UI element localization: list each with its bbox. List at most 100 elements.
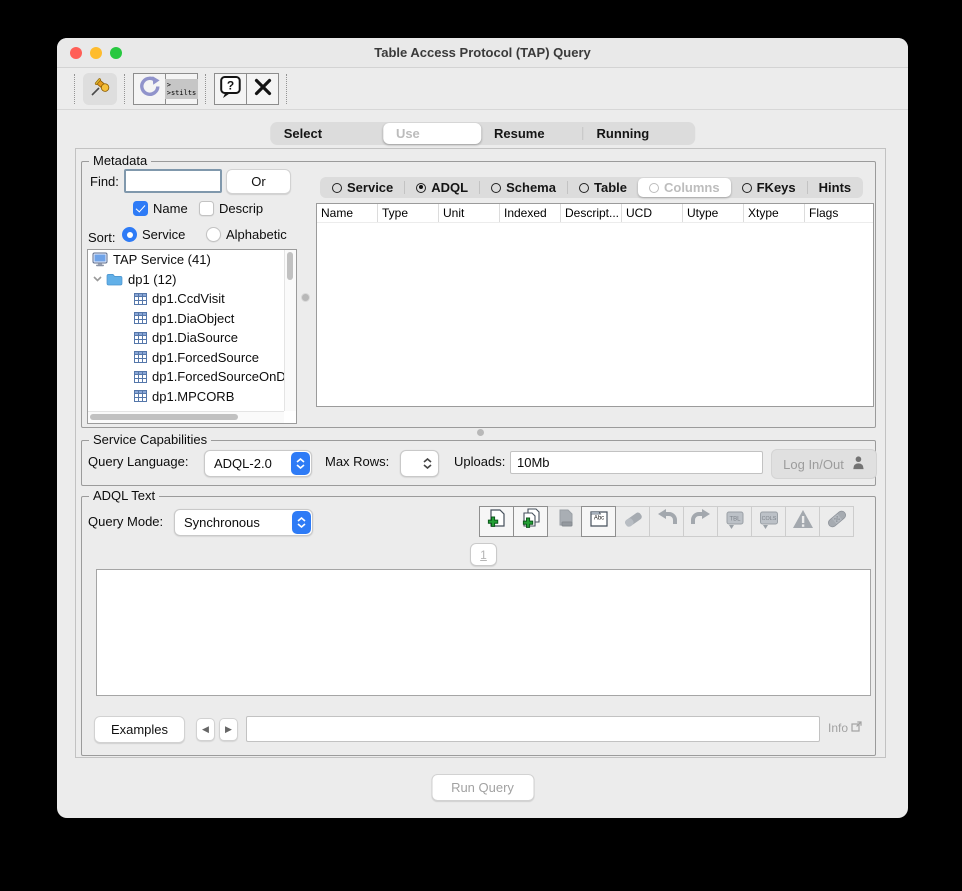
column-header[interactable]: Indexed xyxy=(500,204,561,222)
tree-item-table[interactable]: dp1.ForcedSource xyxy=(88,348,296,368)
tree-vertical-scrollbar xyxy=(284,250,296,411)
divider-grip-icon xyxy=(300,293,310,302)
max-rows-select[interactable] xyxy=(400,450,439,477)
tree-item-service[interactable]: TAP Service (41) xyxy=(88,250,296,270)
query-language-select[interactable]: ADQL-2.0 xyxy=(204,450,312,477)
view-tab-service[interactable]: Service xyxy=(321,177,404,198)
reload-button[interactable] xyxy=(134,74,165,104)
tab-use-service[interactable]: Use Service xyxy=(382,123,481,162)
radio-unselected-icon xyxy=(741,182,752,193)
column-header[interactable]: Xtype xyxy=(744,204,805,222)
or-button[interactable]: Or xyxy=(226,169,291,194)
history-forward-button[interactable]: ▶ xyxy=(219,718,238,741)
chevron-down-icon[interactable] xyxy=(93,276,102,282)
tree-item-table[interactable]: dp1.CcdVisit xyxy=(88,289,296,309)
metadata-split-divider[interactable] xyxy=(297,249,311,422)
tab-resume-job[interactable]: Resume Job xyxy=(481,122,583,164)
history-back-button[interactable]: ◀ xyxy=(196,718,215,741)
adql-text-panel: ADQL Text Query Mode: Synchronous Abc TB… xyxy=(81,488,876,756)
name-checkbox[interactable]: Name xyxy=(133,201,188,216)
stilts-icon: > >stilts xyxy=(164,79,199,99)
toolbar-drag-handle xyxy=(286,74,288,104)
adql-edit-toolbar: Abc TBL COLS xyxy=(479,506,854,537)
find-input[interactable] xyxy=(124,169,222,193)
column-header[interactable]: Name xyxy=(317,204,378,222)
insert-columns-button[interactable]: COLS xyxy=(751,506,786,537)
max-rows-label: Max Rows: xyxy=(325,454,390,469)
view-tab-schema[interactable]: Schema xyxy=(480,177,567,198)
pin-window-button[interactable] xyxy=(83,73,117,105)
tree-item-table[interactable]: dp1.DiaSource xyxy=(88,328,296,348)
insert-table-button[interactable]: TBL xyxy=(717,506,752,537)
stilts-button[interactable]: > >stilts xyxy=(164,74,199,104)
tree-item-label: dp1.ForcedSourceOnD xyxy=(152,369,286,385)
columns-table-header: Name Type Unit Indexed Descript... UCD U… xyxy=(317,204,873,223)
column-header[interactable]: UCD xyxy=(622,204,683,222)
help-button[interactable]: ? xyxy=(215,74,246,104)
undo-button[interactable] xyxy=(649,506,684,537)
tab-select-service[interactable]: Select Service xyxy=(271,122,383,164)
uploads-field[interactable] xyxy=(510,451,763,474)
view-tab-hints[interactable]: Hints xyxy=(808,177,863,198)
panel-split-divider[interactable] xyxy=(477,429,484,436)
tab-running-jobs[interactable]: Running Jobs xyxy=(584,122,695,164)
tree-item-table[interactable]: dp1.ForcedSourceOnD xyxy=(88,367,296,387)
remove-tab-button[interactable] xyxy=(547,506,582,537)
copy-tab-button[interactable] xyxy=(513,506,548,537)
run-query-button[interactable]: Run Query xyxy=(431,774,534,801)
example-description-field[interactable] xyxy=(246,716,820,742)
find-label: Find: xyxy=(90,174,119,189)
view-tab-fkeys[interactable]: FKeys xyxy=(731,177,807,198)
metadata-panel: Metadata Find: Or Name Descrip Sort: Ser… xyxy=(81,153,876,428)
scrollbar-thumb[interactable] xyxy=(90,414,238,420)
sort-service-radio[interactable]: Service xyxy=(122,227,185,242)
view-tab-adql[interactable]: ADQL xyxy=(405,177,479,198)
close-window-button[interactable] xyxy=(70,47,82,59)
tree-item-label: dp1.ForcedSource xyxy=(152,349,259,365)
help-icon: ? xyxy=(219,75,242,104)
adql-sheet-tab-1[interactable]: 1 xyxy=(470,543,497,566)
adql-query-textarea[interactable] xyxy=(96,569,871,696)
view-tab-table[interactable]: Table xyxy=(568,177,638,198)
sort-service-label: Service xyxy=(142,227,186,242)
login-button[interactable]: Log In/Out xyxy=(771,449,877,479)
redo-button[interactable] xyxy=(683,506,718,537)
tree-item-schema[interactable]: dp1 (12) xyxy=(88,270,296,290)
close-button[interactable] xyxy=(246,74,278,104)
clear-text-button[interactable] xyxy=(615,506,650,537)
column-header[interactable]: Unit xyxy=(439,204,500,222)
column-header[interactable]: Descript... xyxy=(561,204,622,222)
parse-errors-button[interactable] xyxy=(785,506,820,537)
radio-unselected-icon xyxy=(648,182,659,193)
minimize-window-button[interactable] xyxy=(90,47,102,59)
examples-button[interactable]: Examples xyxy=(94,716,185,743)
column-header[interactable]: Type xyxy=(378,204,439,222)
tree-item-table[interactable]: dp1.DiaObject xyxy=(88,309,296,329)
column-header[interactable]: Flags xyxy=(805,204,873,222)
query-mode-value: Synchronous xyxy=(184,515,260,530)
external-link-icon xyxy=(851,721,862,735)
metadata-legend: Metadata xyxy=(89,153,152,168)
tap-query-window: Table Access Protocol (TAP) Query > >sti… xyxy=(57,38,908,818)
scrollbar-thumb[interactable] xyxy=(287,252,293,280)
toolbar-drag-handle xyxy=(74,74,76,104)
add-tab-button[interactable] xyxy=(479,506,514,537)
metadata-tree: TAP Service (41) dp1 (12) dp1.CcdVisit d… xyxy=(87,249,297,424)
checkbox-checked-icon xyxy=(133,201,148,216)
eraser-icon xyxy=(621,507,645,536)
zoom-window-button[interactable] xyxy=(110,47,122,59)
fix-errors-button[interactable] xyxy=(819,506,854,537)
back-arrow-icon: ◀ xyxy=(202,724,209,734)
column-header[interactable]: Utype xyxy=(683,204,744,222)
query-mode-select[interactable]: Synchronous xyxy=(174,509,313,536)
view-tab-label: Schema xyxy=(506,180,556,195)
sort-alphabetic-radio[interactable]: Alphabetic xyxy=(206,227,287,242)
svg-text:?: ? xyxy=(227,78,234,92)
copy-tab-icon xyxy=(519,507,543,536)
rename-tab-button[interactable]: Abc xyxy=(581,506,616,537)
tree-item-table[interactable]: dp1.MPCORB xyxy=(88,387,296,407)
view-tab-columns[interactable]: Columns xyxy=(637,178,731,197)
info-link[interactable]: Info xyxy=(828,721,862,735)
radio-unselected-icon xyxy=(491,182,502,193)
descrip-checkbox[interactable]: Descrip xyxy=(199,201,263,216)
